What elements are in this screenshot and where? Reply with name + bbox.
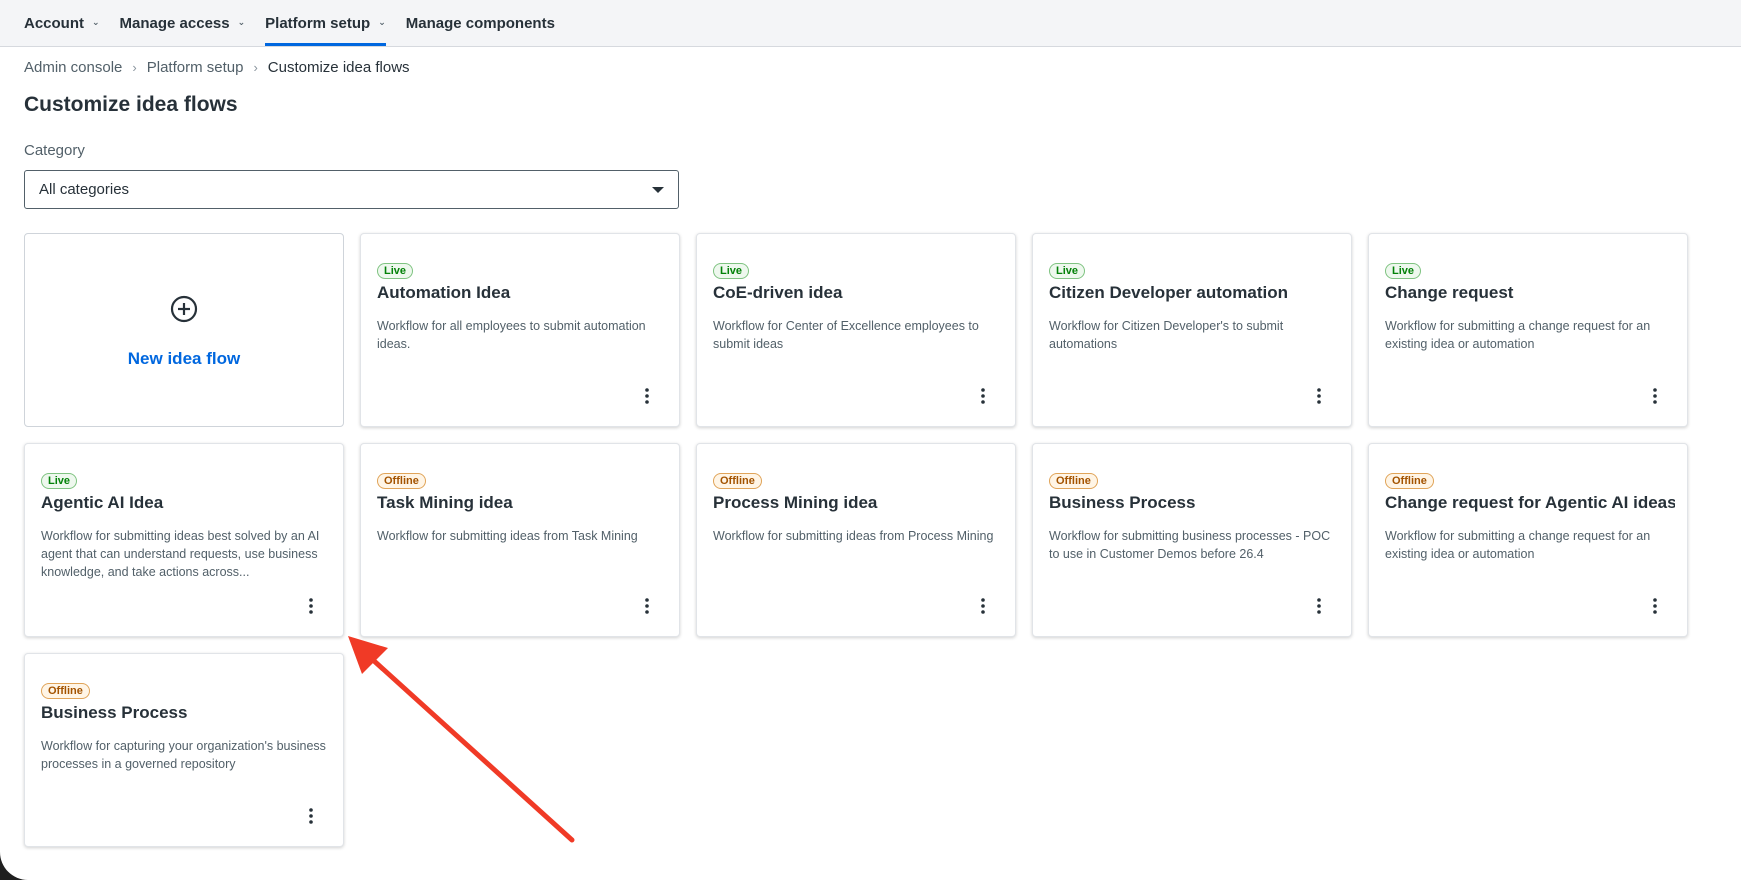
more-options-icon[interactable] <box>1647 386 1663 406</box>
card-description: Workflow for submitting a change request… <box>1385 529 1651 561</box>
nav-manage-access[interactable]: Manage access ⌄ <box>120 0 246 46</box>
idea-flow-card[interactable]: Offline Business Process Workflow for ca… <box>24 653 344 847</box>
card-title: Change request for Agentic AI ideas <box>1385 493 1675 512</box>
more-options-icon[interactable] <box>975 596 991 616</box>
status-badge: Offline <box>41 683 90 699</box>
card-title: Agentic AI Idea <box>41 493 164 512</box>
top-navigation: Account ⌄ Manage access ⌄ Platform setup… <box>0 0 1741 47</box>
nav-label: Platform setup <box>265 14 371 32</box>
more-options-icon[interactable] <box>303 806 319 826</box>
more-options-icon[interactable] <box>639 386 655 406</box>
idea-flow-card[interactable]: Live Change request Workflow for submitt… <box>1368 233 1688 427</box>
nav-label: Account <box>24 14 84 32</box>
idea-flow-card[interactable]: Live Agentic AI Idea Workflow for submit… <box>24 443 344 637</box>
new-idea-flow-label: New idea flow <box>127 349 241 368</box>
more-options-icon[interactable] <box>1647 596 1663 616</box>
breadcrumb-current: Customize idea flows <box>267 59 410 76</box>
card-description: Workflow for submitting a change request… <box>1385 319 1651 351</box>
idea-flow-card[interactable]: Offline Business Process Workflow for su… <box>1032 443 1352 637</box>
card-title: Task Mining idea <box>377 493 513 512</box>
card-description: Workflow for submitting business process… <box>1049 529 1331 561</box>
card-description: Workflow for submitting ideas from Task … <box>377 529 638 543</box>
card-description: Workflow for submitting ideas from Proce… <box>713 529 994 543</box>
plus-circle-icon <box>170 295 198 323</box>
category-select-value: All categories <box>39 181 130 198</box>
idea-flow-card[interactable]: Live Automation Idea Workflow for all em… <box>360 233 680 427</box>
status-badge: Offline <box>713 473 762 489</box>
category-select[interactable]: All categories <box>24 170 679 209</box>
card-title: Business Process <box>1049 493 1196 512</box>
card-title: CoE-driven idea <box>713 283 843 302</box>
more-options-icon[interactable] <box>1311 386 1327 406</box>
more-options-icon[interactable] <box>639 596 655 616</box>
card-description: Workflow for submitting ideas best solve… <box>41 529 320 579</box>
chevron-down-icon: ⌄ <box>237 16 246 27</box>
more-options-icon[interactable] <box>1311 596 1327 616</box>
card-description: Workflow for capturing your organization… <box>41 739 326 771</box>
new-idea-flow-card[interactable]: New idea flow <box>24 233 344 427</box>
card-description: Workflow for Citizen Developer's to subm… <box>1049 319 1284 351</box>
category-label: Category <box>24 142 85 159</box>
annotation-arrow-icon <box>348 636 575 843</box>
page: Account ⌄ Manage access ⌄ Platform setup… <box>0 0 1741 880</box>
idea-flow-card[interactable]: Offline Task Mining idea Workflow for su… <box>360 443 680 637</box>
breadcrumb: Admin console › Platform setup › Customi… <box>24 59 410 76</box>
breadcrumb-link-admin-console[interactable]: Admin console <box>24 59 122 76</box>
chevron-right-icon: › <box>253 60 258 75</box>
card-title: Business Process <box>41 703 188 722</box>
idea-flow-card[interactable]: Live Citizen Developer automation Workfl… <box>1032 233 1352 427</box>
status-badge: Live <box>1049 263 1086 279</box>
status-badge: Live <box>713 263 750 279</box>
nav-label: Manage access <box>119 14 230 32</box>
caret-down-icon <box>652 186 664 193</box>
idea-flow-card[interactable]: Offline Process Mining idea Workflow for… <box>696 443 1016 637</box>
card-title: Automation Idea <box>377 283 511 302</box>
status-badge: Live <box>377 263 414 279</box>
nav-account[interactable]: Account ⌄ <box>24 0 100 46</box>
card-description: Workflow for all employees to submit aut… <box>377 319 646 351</box>
status-badge: Offline <box>377 473 426 489</box>
card-title: Citizen Developer automation <box>1049 283 1288 302</box>
status-badge: Offline <box>1385 473 1434 489</box>
nav-manage-components[interactable]: Manage components <box>406 0 555 46</box>
status-badge: Live <box>41 473 78 489</box>
status-badge: Offline <box>1049 473 1098 489</box>
more-options-icon[interactable] <box>975 386 991 406</box>
idea-flow-card[interactable]: Offline Change request for Agentic AI id… <box>1368 443 1688 637</box>
breadcrumb-link-platform-setup[interactable]: Platform setup <box>147 59 244 76</box>
page-title: Customize idea flows <box>24 93 238 116</box>
card-title: Process Mining idea <box>713 493 878 512</box>
status-badge: Live <box>1385 263 1422 279</box>
chevron-down-icon: ⌄ <box>378 16 386 27</box>
nav-label: Manage components <box>405 14 555 32</box>
card-title: Change request <box>1385 283 1514 302</box>
chevron-down-icon: ⌄ <box>92 16 100 27</box>
card-description: Workflow for Center of Excellence employ… <box>713 319 979 351</box>
idea-flow-card[interactable]: Live CoE-driven idea Workflow for Center… <box>696 233 1016 427</box>
nav-platform-setup[interactable]: Platform setup ⌄ <box>265 0 386 46</box>
chevron-right-icon: › <box>132 60 137 75</box>
more-options-icon[interactable] <box>303 596 319 616</box>
